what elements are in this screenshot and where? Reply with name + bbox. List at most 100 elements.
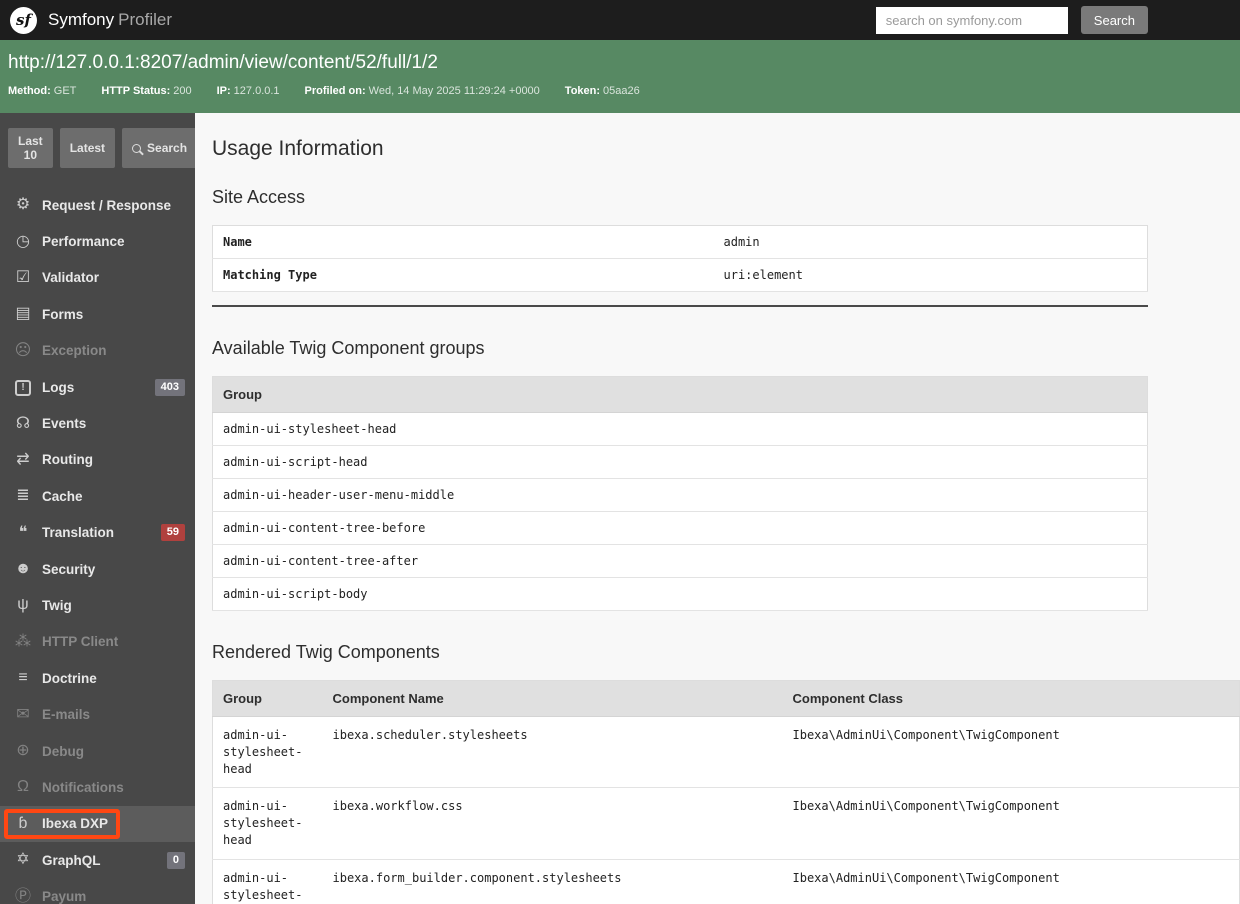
sidebar-item-box: ◷ Performance [4, 227, 137, 257]
search-input[interactable] [875, 6, 1068, 34]
sidebar-item-routing[interactable]: ⇄ Routing [0, 442, 195, 478]
checkbox-icon: ☑ [15, 268, 31, 286]
network-nodes-icon: ⁂ [15, 632, 31, 650]
sidebar-item-label: Cache [42, 488, 83, 504]
sidebar-item-performance[interactable]: ◷ Performance [0, 223, 195, 259]
database-icon: ≡ [18, 669, 28, 687]
component-name-cell: ibexa.form_builder.component.stylesheets [322, 859, 783, 904]
sidebar-item-box: ψ Twig [4, 590, 84, 620]
sidebar-item-forms[interactable]: ▤ Forms [0, 296, 195, 332]
request-meta-item: Method: GET [8, 85, 76, 97]
search-button[interactable]: Search [1080, 6, 1148, 34]
meta-value: 200 [173, 85, 192, 97]
sidebar-item-label: Security [42, 561, 96, 577]
meta-label: IP: [216, 85, 231, 97]
table-header-row: Group [212, 376, 1148, 413]
component-group-cell: admin-ui-stylesheet-head [212, 716, 323, 789]
sidebar-item-security[interactable]: ☻ Security [0, 551, 195, 587]
symfony-logo-icon: sf [10, 6, 37, 34]
component-group-cell: admin-ui-stylesheet-head [212, 859, 323, 904]
sidebar-button-label: Last 10 [18, 134, 43, 162]
sidebar-item-debug: ⊕ Debug [0, 733, 195, 769]
sidebar-button[interactable]: Last 10 [8, 128, 53, 168]
twig-group-cell: admin-ui-content-tree-after [212, 544, 1148, 578]
table-row: admin-ui-stylesheet-head ibexa.workflow.… [212, 787, 1240, 860]
meta-value: GET [53, 85, 77, 97]
sidebar-item-logs[interactable]: ! Logs 403 [0, 369, 195, 405]
table-row: admin-ui-stylesheet-head [212, 412, 1148, 446]
sidebar-item-label: Forms [42, 306, 84, 322]
profiler-sidebar: Last 10 Latest Search ⚙ Request / Respon… [0, 113, 195, 904]
sidebar-item-events[interactable]: ☊ Events [0, 405, 195, 441]
request-meta-item: HTTP Status: 200 [101, 85, 191, 97]
meta-label: Profiled on: [304, 85, 366, 97]
layers-icon: ≣ [16, 487, 30, 505]
translation-icon: ❝ [18, 523, 28, 541]
meta-value: 05aa26 [603, 85, 640, 97]
sidebar-item-cache[interactable]: ≣ Cache [0, 478, 195, 514]
table-row: admin-ui-content-tree-after [212, 544, 1148, 578]
exclamation-box-icon: ! [10, 378, 36, 397]
request-meta-item: Profiled on: Wed, 14 May 2025 11:29:24 +0… [305, 85, 540, 97]
column-header-group: Group [212, 680, 323, 717]
gears-icon: ⚙ [15, 196, 31, 214]
top-bar: sf Symfony Profiler Search [0, 0, 1240, 40]
twig-group-cell: admin-ui-header-user-menu-middle [212, 478, 1148, 512]
twig-group-cell: admin-ui-script-body [212, 577, 1148, 611]
envelope-icon: ✉ [16, 705, 30, 723]
column-header-component-name: Component Name [322, 680, 783, 717]
sidebar-item-translation[interactable]: ❝ Translation 59 [0, 515, 195, 551]
sidebar-item-label: Events [42, 416, 87, 432]
site-access-table: Name admin Matching Type uri:element [212, 225, 1148, 292]
request-summary-bar: http://127.0.0.1:8207/admin/view/content… [0, 40, 1240, 113]
sidebar-item-e-mails: ✉ E-mails [0, 696, 195, 732]
sidebar-item-graphql[interactable]: ✡ GraphQL 0 [0, 842, 195, 878]
user-bust-icon: ☻ [14, 560, 32, 578]
component-name-cell: ibexa.workflow.css [322, 787, 783, 860]
sidebar-button[interactable]: Search [122, 128, 195, 168]
sidebar-item-box: ≡ Doctrine [4, 663, 109, 693]
sidebar-item-twig[interactable]: ψ Twig [0, 587, 195, 623]
request-url-link[interactable]: http://127.0.0.1:8207/admin/view/content… [8, 52, 1232, 74]
sidebar-item-box: ⊕ Debug [4, 736, 96, 766]
sidebar-item-label: Twig [42, 597, 72, 613]
ghost-icon: ☹ [14, 341, 32, 359]
table-row: Matching Type uri:element [212, 258, 1148, 292]
sidebar-badge: 59 [160, 524, 185, 542]
topbar-search: Search [875, 6, 1148, 34]
rendered-components-table: Group Component Name Component Class adm… [212, 680, 1240, 904]
sidebar-item-label: Payum [42, 889, 87, 904]
twig-groups-table: Group admin-ui-stylesheet-head admin-ui-… [212, 376, 1148, 611]
broadcast-person-icon: ☊ [15, 414, 31, 432]
sidebar-item-box: ☻ Security [4, 554, 107, 584]
sidebar-item-doctrine[interactable]: ≡ Doctrine [0, 660, 195, 696]
clipboard-icon: ▤ [15, 305, 31, 323]
sidebar-item-box: Ω Notifications [4, 772, 136, 802]
twig-group-cell: admin-ui-script-head [212, 445, 1148, 479]
sidebar-item-ibexa-dxp[interactable]: ɓ Ibexa DXP [0, 805, 195, 843]
sidebar-item-payum: Ⓟ Payum [0, 878, 195, 904]
component-class-cell: Ibexa\AdminUi\Component\TwigComponent [782, 787, 1240, 860]
ibexa-logo-icon: ɓ [18, 814, 28, 832]
sidebar-item-request-response[interactable]: ⚙ Request / Response [0, 187, 195, 223]
sidebar-item-box: ✉ E-mails [4, 700, 102, 730]
sidebar-badge: 0 [166, 851, 185, 869]
brand-suffix: Profiler [118, 10, 172, 29]
sidebar-item-label: Translation [42, 525, 115, 541]
table-row: admin-ui-stylesheet-head ibexa.form_buil… [212, 859, 1240, 904]
table-header-row: Group Component Name Component Class [212, 680, 1240, 717]
component-name-cell: ibexa.scheduler.stylesheets [322, 716, 783, 789]
component-class-cell: Ibexa\AdminUi\Component\TwigComponent [782, 716, 1240, 789]
target-icon: ⊕ [16, 742, 30, 760]
section-divider [212, 305, 1148, 307]
sidebar-item-box: Ⓟ Payum [4, 882, 98, 904]
request-meta: Method: GET HTTP Status: 200 IP: 127.0.0.1 … [8, 85, 1232, 97]
request-meta-item: IP: 127.0.0.1 [217, 85, 280, 97]
sidebar-item-http-client: ⁂ HTTP Client [0, 624, 195, 660]
twig-groups-heading: Available Twig Component groups [212, 338, 485, 358]
sidebar-button[interactable]: Latest [59, 128, 116, 168]
component-group-cell: admin-ui-stylesheet-head [212, 787, 323, 860]
sidebar-item-notifications: Ω Notifications [0, 769, 195, 805]
meta-label: HTTP Status: [101, 85, 171, 97]
sidebar-item-validator[interactable]: ☑ Validator [0, 260, 195, 296]
